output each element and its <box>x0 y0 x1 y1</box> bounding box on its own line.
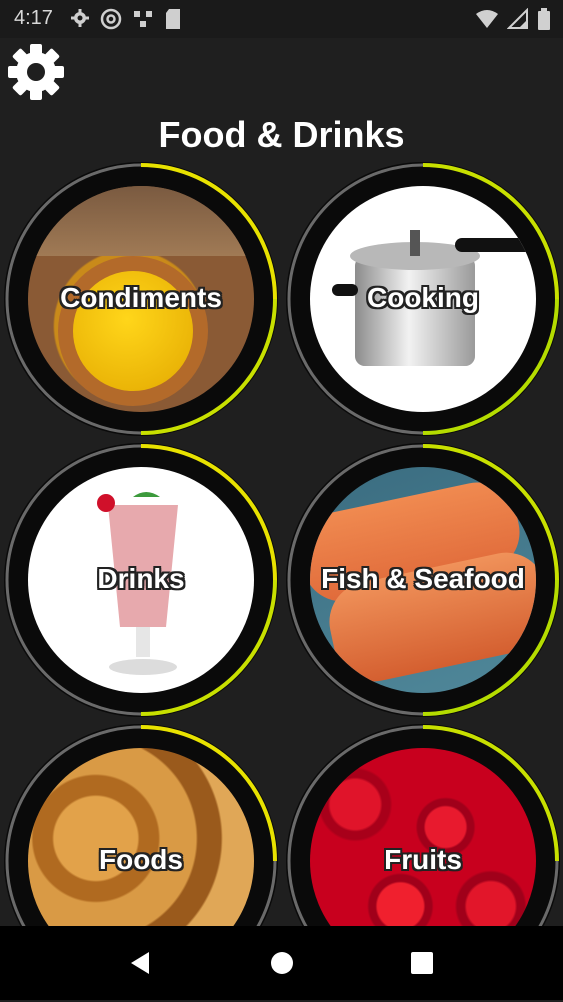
status-left-icons <box>70 8 182 30</box>
gear-icon <box>71 9 89 27</box>
navigation-bar <box>0 926 563 1000</box>
category-label: Foods <box>99 844 183 875</box>
category-label: Fruits <box>384 844 462 875</box>
category-tile-cooking[interactable]: Cooking <box>282 158 563 440</box>
status-right-icons <box>475 8 551 30</box>
sd-card-icon <box>166 9 180 29</box>
home-icon <box>271 952 293 974</box>
recents-icon <box>411 952 433 974</box>
category-grid: Condiments Cooking Drinks Fish & Seafood… <box>0 158 563 998</box>
category-label: Condiments <box>60 282 222 313</box>
category-tile-fish-seafood[interactable]: Fish & Seafood <box>282 439 563 721</box>
back-icon <box>131 952 149 974</box>
page-title: Food & Drinks <box>158 114 405 155</box>
back-button[interactable] <box>125 948 155 978</box>
category-label: Cooking <box>367 282 479 313</box>
settings-button[interactable] <box>6 42 66 102</box>
category-label: Drinks <box>97 563 185 594</box>
signal-icon <box>507 8 528 29</box>
status-bar: 4:17 <box>0 0 563 38</box>
home-button[interactable] <box>267 948 297 978</box>
status-time: 4:17 <box>14 7 53 29</box>
recents-button[interactable] <box>407 948 437 978</box>
category-label: Fish & Seafood <box>321 563 525 594</box>
gear-icon <box>8 44 64 100</box>
at-sign-icon <box>100 8 122 30</box>
wifi-icon <box>476 10 498 28</box>
category-tile-condiments[interactable]: Condiments <box>0 158 282 440</box>
category-tile-drinks[interactable]: Drinks <box>0 439 282 721</box>
battery-icon <box>538 8 550 30</box>
sync-icon <box>134 11 152 27</box>
